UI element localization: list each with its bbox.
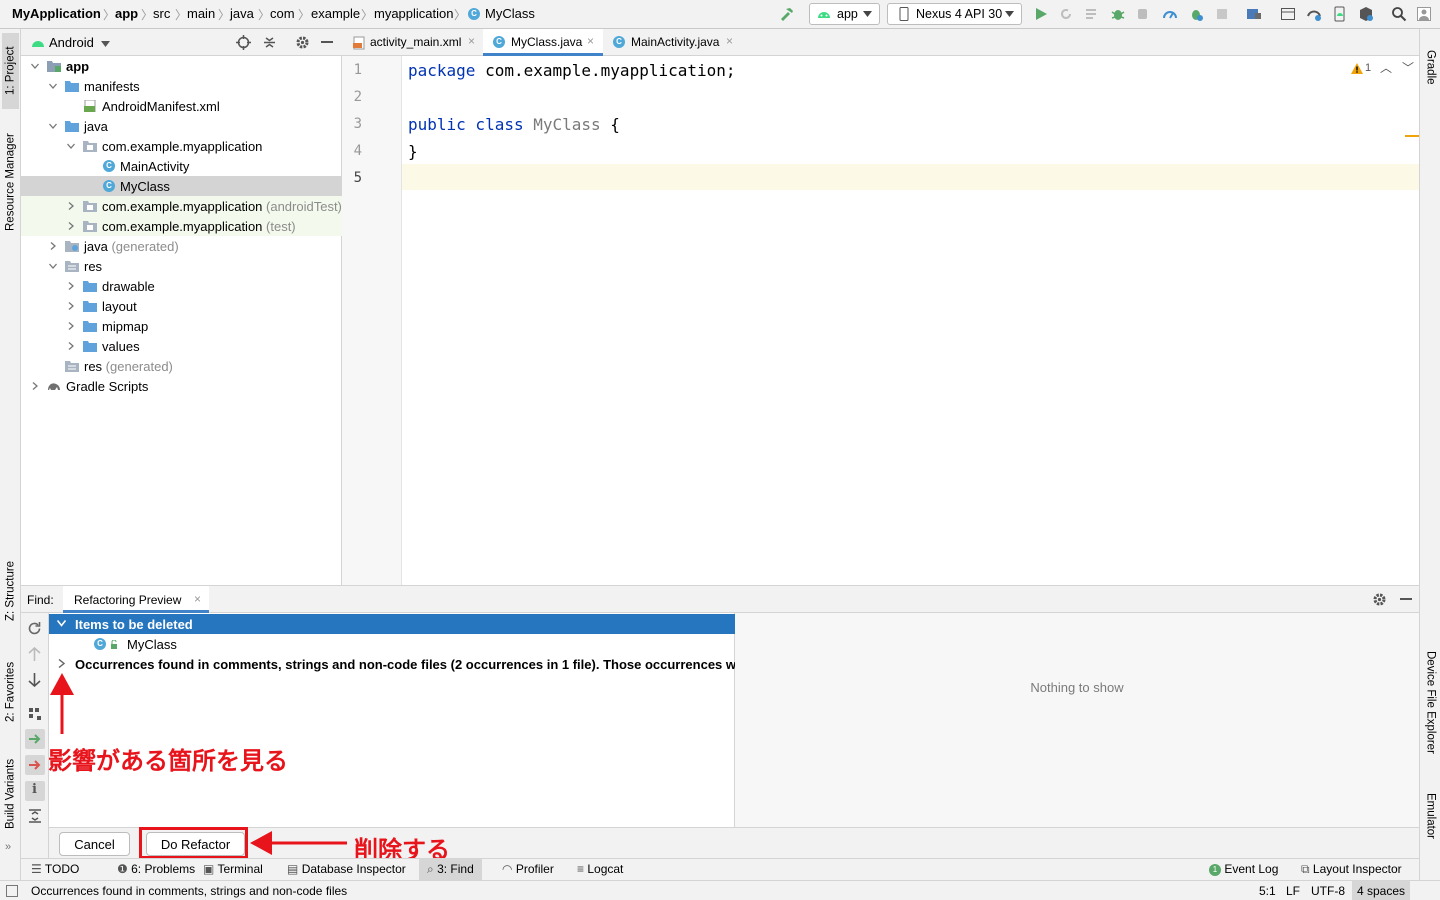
tab-find[interactable]: ⌕ 3: Find [419, 859, 482, 880]
tab-label: 3: Find [437, 862, 474, 876]
tab-todo[interactable]: ☰ TODO [31, 862, 79, 876]
tab-logcat[interactable]: ≡ Logcat [577, 862, 623, 876]
layout-inspector-icon: ⧉ [1301, 862, 1310, 876]
status-window-icon[interactable] [6, 885, 18, 897]
event-log-badge: 1 [1209, 864, 1221, 876]
terminal-icon: ▣ [203, 862, 215, 876]
bottom-tool-bar: ☰ TODO ❶ 6: Problems ▣ Terminal ▤ Databa… [21, 858, 1419, 880]
tab-label: Layout Inspector [1312, 862, 1402, 876]
annotation-see-affected: 影響がある箇所を見る [48, 747, 288, 775]
list-icon: ☰ [31, 862, 42, 876]
tab-profiler[interactable]: ◠ Profiler [502, 862, 554, 876]
status-message: Occurrences found in comments, strings a… [31, 884, 348, 898]
tab-label: Terminal [217, 862, 263, 876]
logcat-icon: ≡ [577, 862, 585, 876]
tab-label: Database Inspector [301, 862, 406, 876]
tab-label: TODO [44, 862, 80, 876]
caret-position[interactable]: 5:1 [1259, 884, 1276, 898]
search-icon: ⌕ [427, 862, 434, 876]
tab-event-log[interactable]: 1 Event Log [1209, 862, 1278, 876]
tab-label: Profiler [515, 862, 554, 876]
line-separator[interactable]: LF [1286, 884, 1300, 898]
database-icon: ▤ [287, 862, 299, 876]
tab-problems[interactable]: ❶ 6: Problems [117, 862, 195, 876]
indent-setting[interactable]: 4 spaces [1352, 881, 1411, 900]
tab-database-inspector[interactable]: ▤ Database Inspector [287, 862, 406, 876]
tab-label: 6: Problems [131, 862, 196, 876]
status-bar: Occurrences found in comments, strings a… [0, 880, 1440, 900]
tab-label: Logcat [587, 862, 624, 876]
profiler-icon: ◠ [502, 862, 513, 876]
tab-label: Event Log [1224, 862, 1279, 876]
file-encoding[interactable]: UTF-8 [1311, 884, 1345, 898]
tab-layout-inspector[interactable]: ⧉ Layout Inspector [1301, 862, 1402, 877]
problems-icon: ❶ [117, 862, 128, 876]
tab-terminal[interactable]: ▣ Terminal [203, 862, 263, 876]
